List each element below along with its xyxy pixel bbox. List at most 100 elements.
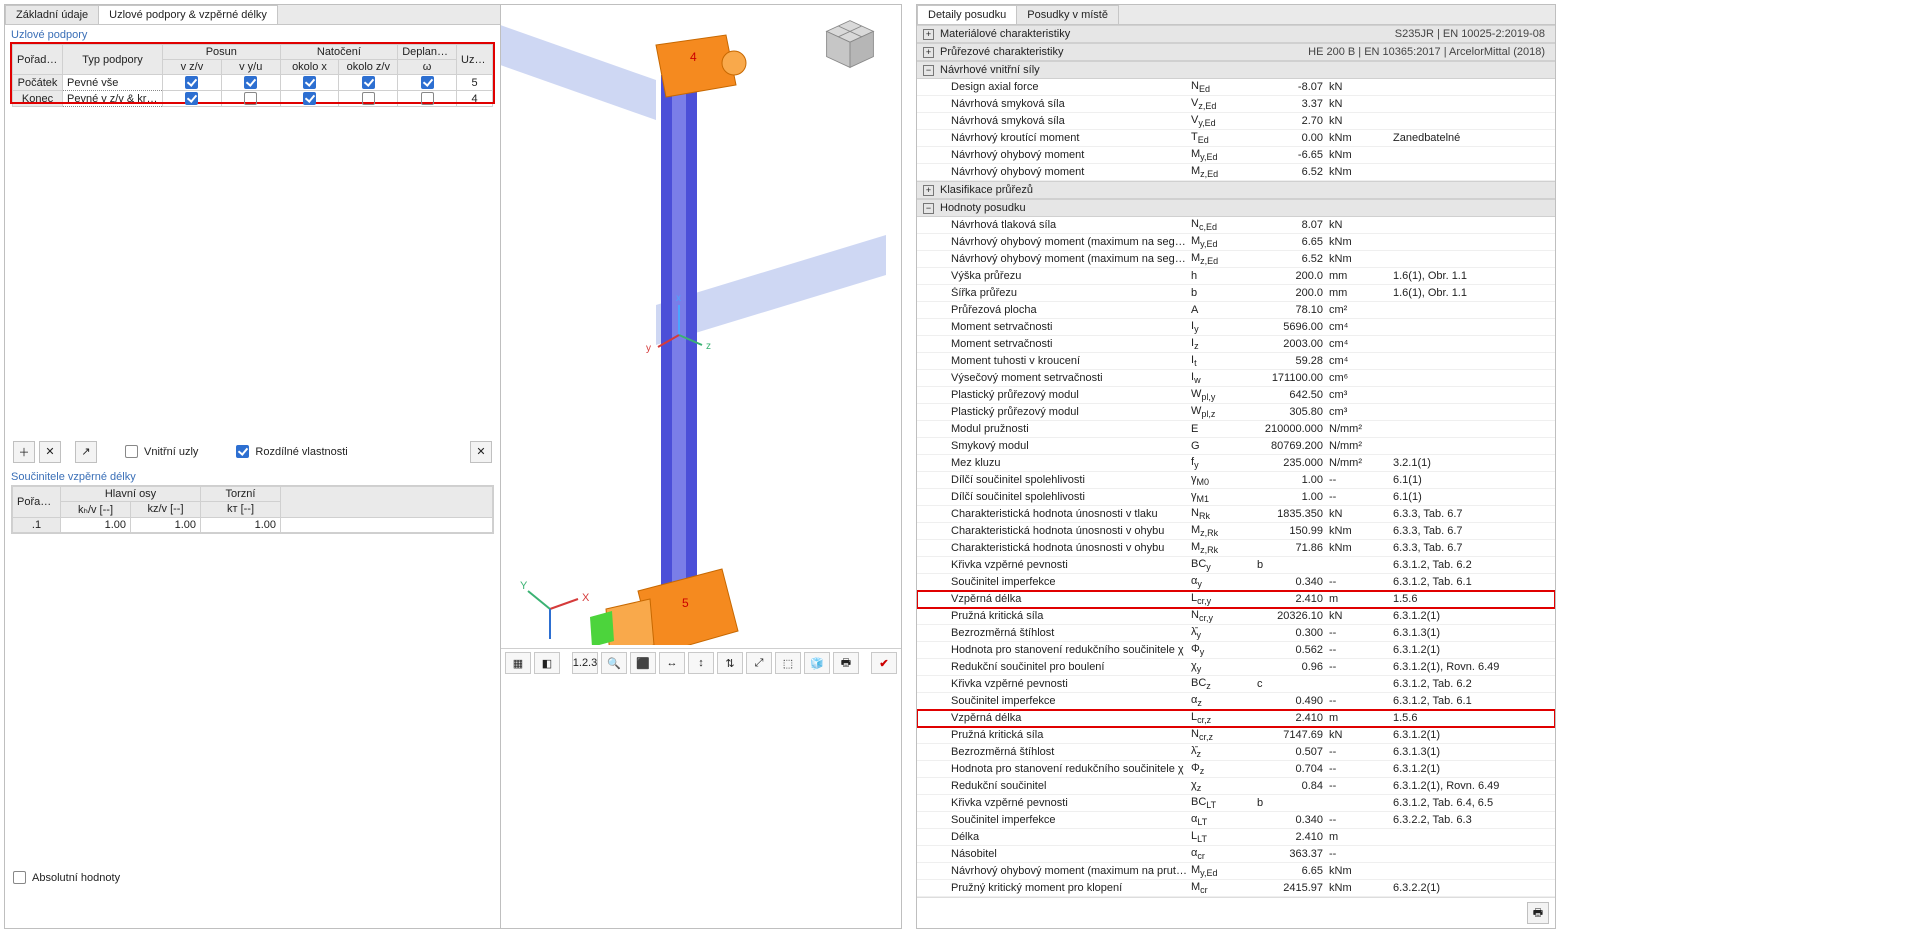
chk-cell[interactable] bbox=[398, 91, 457, 107]
toolbar-btn[interactable]: ▦ bbox=[505, 652, 531, 674]
result-row[interactable]: Návrhový ohybový moment My,Ed -6.65 kNm bbox=[917, 147, 1555, 164]
tool-add-icon[interactable]: ＋ bbox=[13, 441, 35, 463]
result-row[interactable]: Mez kluzu fy 235.000 N/mm² 3.2.1(1) bbox=[917, 455, 1555, 472]
result-row[interactable]: Hodnota pro stanovení redukčního součini… bbox=[917, 761, 1555, 778]
result-row[interactable]: Návrhový kroutící moment TEd 0.00 kNm Za… bbox=[917, 130, 1555, 147]
section-header[interactable]: −Návrhové vnitřní síly bbox=[917, 61, 1555, 79]
chk-cell[interactable] bbox=[280, 75, 339, 91]
chk-cell[interactable] bbox=[163, 75, 222, 91]
result-row[interactable]: Součinitel imperfekce αLT 0.340 -- 6.3.2… bbox=[917, 812, 1555, 829]
toolbar-btn[interactable]: ◧ bbox=[534, 652, 560, 674]
result-row[interactable]: Průřezová plocha A 78.10 cm² bbox=[917, 302, 1555, 319]
result-row[interactable]: Plastický průřezový modul Wpl,y 642.50 c… bbox=[917, 387, 1555, 404]
result-row[interactable]: Křivka vzpěrné pevnosti BCz c 6.3.1.2, T… bbox=[917, 676, 1555, 693]
result-row[interactable]: Návrhový ohybový moment (maximum na segm… bbox=[917, 234, 1555, 251]
result-row[interactable]: Redukční součinitel pro boulení χy 0.96 … bbox=[917, 659, 1555, 676]
results-tree[interactable]: +Materiálové charakteristikyS235JR | EN … bbox=[917, 25, 1555, 897]
toolbar-btn[interactable]: ⤢ bbox=[746, 652, 772, 674]
result-row[interactable]: Pružná kritická síla Ncr,z 7147.69 kN 6.… bbox=[917, 727, 1555, 744]
chk-cell[interactable] bbox=[398, 75, 457, 91]
toolbar-btn[interactable]: ↕ bbox=[688, 652, 714, 674]
result-row[interactable]: Bezrozměrná štíhlost λ̄y 0.300 -- 6.3.1.… bbox=[917, 625, 1555, 642]
toolbar-btn[interactable]: ⬛ bbox=[630, 652, 656, 674]
chk-cell[interactable] bbox=[339, 91, 398, 107]
result-row[interactable]: Křivka vzpěrné pevnosti BCy b 6.3.1.2, T… bbox=[917, 557, 1555, 574]
toolbar-btn[interactable]: 🧊 bbox=[804, 652, 830, 674]
typ-podpory-cell[interactable]: Pevné v z/v & krouc… bbox=[63, 91, 163, 107]
result-row[interactable]: Návrhová tlaková síla Nc,Ed 8.07 kN bbox=[917, 217, 1555, 234]
uzel-cell[interactable]: 5 bbox=[457, 75, 493, 91]
tab-uzlove[interactable]: Uzlové podpory & vzpěrné délky bbox=[98, 5, 278, 24]
expand-icon[interactable]: + bbox=[923, 47, 934, 58]
expand-icon[interactable]: − bbox=[923, 65, 934, 76]
result-row[interactable]: Návrhový ohybový moment Mz,Ed 6.52 kNm bbox=[917, 164, 1555, 181]
toolbar-confirm-icon[interactable]: ✔ bbox=[871, 652, 897, 674]
result-row[interactable]: Návrhová smyková síla Vz,Ed 3.37 kN bbox=[917, 96, 1555, 113]
tab-detaily-posudku[interactable]: Detaily posudku bbox=[917, 5, 1017, 24]
result-row[interactable]: Dílčí součinitel spolehlivosti γM0 1.00 … bbox=[917, 472, 1555, 489]
chk-cell[interactable] bbox=[163, 91, 222, 107]
tool-del-icon[interactable]: ✕ bbox=[39, 441, 61, 463]
chk-cell[interactable] bbox=[280, 91, 339, 107]
chk-cell[interactable] bbox=[221, 91, 280, 107]
section-header[interactable]: +Klasifikace průřezů bbox=[917, 181, 1555, 199]
result-row[interactable]: Pružný kritický moment pro klopení Mcr 2… bbox=[917, 880, 1555, 897]
result-row[interactable]: Charakteristická hodnota únosnosti v ohy… bbox=[917, 540, 1555, 557]
expand-icon[interactable]: + bbox=[923, 29, 934, 40]
result-row[interactable]: Délka LLT 2.410 m bbox=[917, 829, 1555, 846]
chk-absolutni[interactable]: Absolutní hodnoty bbox=[13, 871, 120, 884]
result-row[interactable]: Moment tuhosti v kroucení It 59.28 cm⁴ bbox=[917, 353, 1555, 370]
section-header[interactable]: +Materiálové charakteristikyS235JR | EN … bbox=[917, 25, 1555, 43]
chk-cell[interactable] bbox=[339, 75, 398, 91]
result-row[interactable]: Výška průřezu h 200.0 mm 1.6(1), Obr. 1.… bbox=[917, 268, 1555, 285]
toolbar-btn[interactable]: ⇅ bbox=[717, 652, 743, 674]
svg-text:x: x bbox=[676, 293, 681, 304]
tool-cursor-icon[interactable]: ↗ bbox=[75, 441, 97, 463]
result-row[interactable]: Pružná kritická síla Ncr,y 20326.10 kN 6… bbox=[917, 608, 1555, 625]
result-row[interactable]: Výsečový moment setrvačnosti Iw 171100.0… bbox=[917, 370, 1555, 387]
result-row[interactable]: Hodnota pro stanovení redukčního součini… bbox=[917, 642, 1555, 659]
toolbar-btn[interactable]: ↔ bbox=[659, 652, 685, 674]
table-uzlove-podpory: Pořadí uzlů Typ podpory Posun Natočení D… bbox=[11, 43, 494, 103]
result-row[interactable]: Plastický průřezový modul Wpl,z 305.80 c… bbox=[917, 404, 1555, 421]
result-row[interactable]: Modul pružnosti E 210000.000 N/mm² bbox=[917, 421, 1555, 438]
result-row[interactable]: Moment setrvačnosti Iy 5696.00 cm⁴ bbox=[917, 319, 1555, 336]
result-row[interactable]: Návrhový ohybový moment (maximum na prut… bbox=[917, 863, 1555, 880]
print-icon[interactable]: 🖶 bbox=[1527, 902, 1549, 924]
expand-icon[interactable]: − bbox=[923, 203, 934, 214]
close-icon[interactable]: ✕ bbox=[470, 441, 492, 463]
result-row[interactable]: Design axial force NEd -8.07 kN bbox=[917, 79, 1555, 96]
result-row[interactable]: Násobitel αcr 363.37 -- bbox=[917, 846, 1555, 863]
tab-zakladni[interactable]: Základní údaje bbox=[5, 5, 99, 24]
result-row[interactable]: Návrhový ohybový moment (maximum na segm… bbox=[917, 251, 1555, 268]
expand-icon[interactable]: + bbox=[923, 185, 934, 196]
result-row[interactable]: Charakteristická hodnota únosnosti v ohy… bbox=[917, 523, 1555, 540]
result-row[interactable]: Redukční součinitel χz 0.84 -- 6.3.1.2(1… bbox=[917, 778, 1555, 795]
result-row[interactable]: Vzpěrná délka Lcr,z 2.410 m 1.5.6 bbox=[917, 710, 1555, 727]
result-row[interactable]: Vzpěrná délka Lcr,y 2.410 m 1.5.6 bbox=[917, 591, 1555, 608]
uzel-cell[interactable]: 4 bbox=[457, 91, 493, 107]
result-row[interactable]: Součinitel imperfekce αy 0.340 -- 6.3.1.… bbox=[917, 574, 1555, 591]
section-header[interactable]: −Hodnoty posudku bbox=[917, 199, 1555, 217]
toolbar-btn[interactable]: ⬚ bbox=[775, 652, 801, 674]
result-row[interactable]: Bezrozměrná štíhlost λ̄z 0.507 -- 6.3.1.… bbox=[917, 744, 1555, 761]
section-header[interactable]: +Průřezové charakteristikyHE 200 B | EN … bbox=[917, 43, 1555, 61]
result-row[interactable]: Dílčí součinitel spolehlivosti γM1 1.00 … bbox=[917, 489, 1555, 506]
result-row[interactable]: Moment setrvačnosti Iz 2003.00 cm⁴ bbox=[917, 336, 1555, 353]
result-row[interactable]: Smykový modul G 80769.200 N/mm² bbox=[917, 438, 1555, 455]
result-row[interactable]: Charakteristická hodnota únosnosti v tla… bbox=[917, 506, 1555, 523]
typ-podpory-cell[interactable]: Pevné vše bbox=[63, 75, 163, 91]
result-row[interactable]: Návrhová smyková síla Vy,Ed 2.70 kN bbox=[917, 113, 1555, 130]
tab-posudky-v-miste[interactable]: Posudky v místě bbox=[1016, 5, 1119, 24]
chk-cell[interactable] bbox=[221, 75, 280, 91]
chk-vnitrni-uzly[interactable]: Vnitřní uzly bbox=[125, 445, 198, 458]
result-row[interactable]: Šířka průřezu b 200.0 mm 1.6(1), Obr. 1.… bbox=[917, 285, 1555, 302]
result-row[interactable]: Součinitel imperfekce αz 0.490 -- 6.3.1.… bbox=[917, 693, 1555, 710]
toolbar-btn[interactable]: 1.2.3 bbox=[572, 652, 598, 674]
toolbar-btn[interactable]: 🖶 bbox=[833, 652, 859, 674]
nav-cube-icon[interactable] bbox=[823, 17, 877, 71]
result-row[interactable]: Křivka vzpěrné pevnosti BCLT b 6.3.1.2, … bbox=[917, 795, 1555, 812]
viewport-3d[interactable]: 4 5 x z y X Y Z ▦ ◧ 1.2.3 🔍 bbox=[501, 5, 901, 928]
chk-rozdilne[interactable]: Rozdílné vlastnosti bbox=[236, 445, 347, 458]
toolbar-btn[interactable]: 🔍 bbox=[601, 652, 627, 674]
